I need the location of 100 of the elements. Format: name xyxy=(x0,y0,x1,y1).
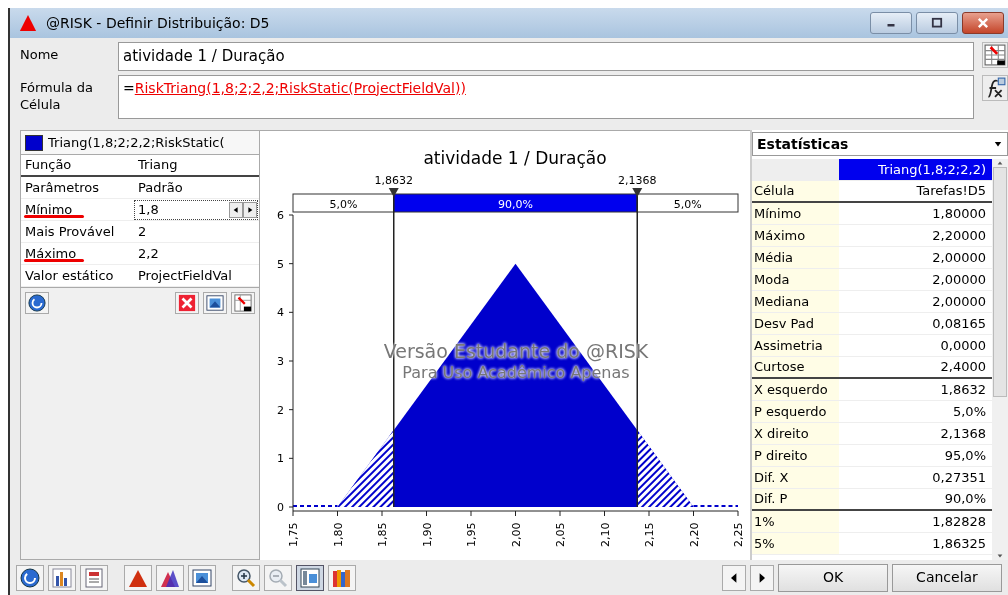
statistic-value: 95,0% xyxy=(943,446,987,465)
close-button[interactable] xyxy=(962,12,1004,34)
statistic-value: 0,08165 xyxy=(931,314,987,333)
ok-button[interactable]: OK xyxy=(778,563,888,592)
statistic-value: 1,8632 xyxy=(939,380,987,399)
x-tick-label: 1,80 xyxy=(331,522,345,547)
statistic-label: 5% xyxy=(752,533,839,554)
band-label: 5,0% xyxy=(329,198,358,211)
help-icon xyxy=(20,567,40,588)
parameter-label: Máximo xyxy=(25,244,77,263)
cell-link-button[interactable] xyxy=(231,291,255,314)
statistic-label: X direito xyxy=(752,423,839,444)
statistic-value: 2,00000 xyxy=(931,292,987,311)
statistic-value: 1,82828 xyxy=(931,512,987,531)
statistic-value: 2,00000 xyxy=(931,248,987,267)
statistic-label: X esquerdo xyxy=(752,379,839,400)
statistic-value: 1,80000 xyxy=(931,204,987,223)
maximize-button[interactable] xyxy=(916,12,958,34)
statistic-label: Mínimo xyxy=(752,203,839,224)
field-label: Nome xyxy=(20,46,60,63)
x-tick-label: 1,95 xyxy=(465,522,478,547)
layout-button[interactable] xyxy=(296,564,324,591)
statistic-label: P esquerdo xyxy=(752,401,839,422)
x-tick-label: 2,05 xyxy=(554,522,567,547)
function-button[interactable] xyxy=(982,74,1008,101)
y-tick-label: 5 xyxy=(277,257,284,271)
statistic-value: 0,27351 xyxy=(931,468,987,487)
y-tick-label: 2 xyxy=(277,403,284,417)
help-button[interactable] xyxy=(25,291,49,314)
statistic-label: Curtose xyxy=(752,357,839,377)
chart-button[interactable] xyxy=(48,564,76,591)
delete-button[interactable] xyxy=(175,291,199,314)
statistics-dropdown[interactable]: Estatísticas xyxy=(752,132,1008,156)
y-tick-label: 4 xyxy=(277,306,284,320)
parameter-label: Parâmetros xyxy=(25,178,100,197)
y-tick-label: 0 xyxy=(277,501,284,514)
report-button[interactable] xyxy=(80,564,108,591)
chart-icon xyxy=(52,567,72,588)
parameter-value[interactable]: 2,2 xyxy=(134,243,259,264)
statistic-label: Assimetria xyxy=(752,335,839,356)
statistic-value: 90,0% xyxy=(943,490,987,509)
statistic-value: 5,0% xyxy=(951,402,987,421)
x-tick-label: 1,90 xyxy=(420,522,434,547)
statistic-label: Mediana xyxy=(752,291,839,312)
statistic-label: Máximo xyxy=(752,225,839,246)
x-tick-label: 2,20 xyxy=(687,522,701,547)
statistic-value: Tarefas!D5 xyxy=(915,182,987,201)
overlay-button[interactable] xyxy=(156,564,184,591)
distribution-button[interactable] xyxy=(124,564,152,591)
name-field[interactable]: atividade 1 / Duração xyxy=(118,42,974,71)
band-label: 5,0% xyxy=(673,198,702,211)
library-button[interactable] xyxy=(328,564,356,591)
statistic-value: 0,0000 xyxy=(939,336,987,355)
parameter-value[interactable]: 2 xyxy=(134,221,259,242)
parameter-label: Mínimo xyxy=(25,200,73,219)
chart-title: atividade 1 / Duração xyxy=(423,148,607,168)
report-icon xyxy=(84,567,104,588)
field-label: Fórmula da Célula xyxy=(20,78,94,113)
library-icon xyxy=(332,567,352,588)
x-tick-label: 1,75 xyxy=(287,522,300,547)
picture-button[interactable] xyxy=(203,291,227,314)
scroll-down-icon[interactable] xyxy=(995,552,1005,560)
layout-icon xyxy=(300,567,320,588)
window-title: @RISK - Definir Distribuição: D5 xyxy=(46,13,271,33)
delimiter-value: 1,8632 xyxy=(374,174,413,187)
scrollbar-thumb[interactable] xyxy=(993,167,1007,397)
statistic-label: P direito xyxy=(752,445,839,466)
help-button[interactable] xyxy=(16,564,44,591)
statistic-value: 2,4000 xyxy=(939,358,987,377)
next-button[interactable] xyxy=(750,564,774,591)
x-tick-label: 2,00 xyxy=(509,522,523,547)
statistic-label: Média xyxy=(752,247,839,268)
statistic-label: Célula xyxy=(752,181,839,201)
statistic-label: Desv Pad xyxy=(752,313,839,334)
column-header: Triang(1,8;2;2,2) xyxy=(839,159,992,180)
statistic-label: Dif. P xyxy=(752,489,839,509)
distribution-header: Triang(1,8;2;2,2;RiskStatic( xyxy=(48,133,225,152)
statistic-value: 2,20000 xyxy=(931,226,987,245)
picture-button[interactable] xyxy=(188,564,216,591)
x-tick-label: 2,10 xyxy=(598,522,612,547)
x-tick-label: 2,15 xyxy=(643,522,656,547)
zoom-out-icon xyxy=(268,567,288,588)
parameter-label: Mais Provável xyxy=(25,222,115,241)
formula-field[interactable]: =RiskTriang(1,8;2;2,2;RiskStatic(ProjectFieldVal)) xyxy=(118,74,974,119)
parameter-value[interactable]: ProjectFieldVal xyxy=(134,265,259,286)
x-tick-label: 2,25 xyxy=(732,522,745,547)
statistic-label: Dif. X xyxy=(752,467,839,488)
caret-icon xyxy=(993,140,1003,148)
select-cell-button[interactable] xyxy=(982,42,1008,68)
parameter-value[interactable]: Padrão xyxy=(134,177,259,198)
previous-button[interactable] xyxy=(722,564,746,591)
y-tick-label: 1 xyxy=(277,452,284,466)
statistic-value: 2,1368 xyxy=(939,424,987,443)
statistic-value: 2,00000 xyxy=(931,270,987,289)
zoom-in-button[interactable] xyxy=(232,564,260,591)
picture-icon xyxy=(192,567,212,588)
parameter-label: Função xyxy=(25,156,72,175)
statistic-label: Moda xyxy=(752,269,839,290)
parameter-value: Triang xyxy=(137,156,179,175)
cancel-button[interactable]: Cancelar xyxy=(892,563,1002,592)
